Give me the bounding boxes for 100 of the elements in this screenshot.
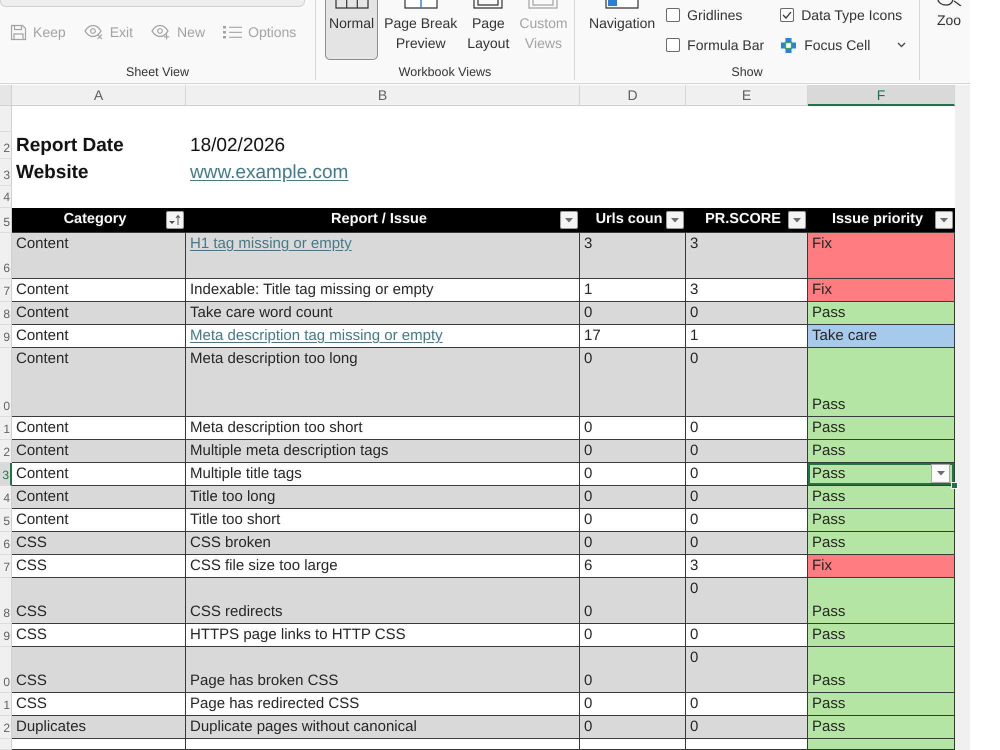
row-header[interactable]: 4 [0,486,12,509]
row-header[interactable]: 7 [0,555,12,578]
urls-count-cell: 0 [580,486,686,509]
row-header[interactable]: 8 [0,302,12,325]
fill-handle[interactable] [951,482,958,489]
column-title: Issue priority [832,210,924,230]
priority-cell: Pass [808,578,955,624]
pr-score-cell: 0 [686,486,808,509]
category-cell: Content [12,440,186,463]
priority-cell: Pass [808,348,955,417]
category-cell: Content [12,417,186,440]
pr-score-cell: 0 [686,463,808,486]
pr-score-cell: 0 [686,440,808,463]
row-header[interactable]: 1 [0,693,12,716]
category-cell: Content [12,233,186,279]
filter-button[interactable] [560,211,578,229]
column-header[interactable]: A [12,85,186,106]
row-header[interactable]: 4 [0,186,12,208]
pr-score-cell: 0 [686,417,808,440]
row-header[interactable]: 8 [0,578,12,624]
row-header[interactable]: 6 [0,532,12,555]
filter-button[interactable] [788,211,806,229]
field-label: Website [16,162,89,184]
row-header[interactable]: 3 [0,159,12,186]
sort-filter-icon [169,214,181,226]
focus-cell-button[interactable]: Focus Cell [780,34,870,56]
urls-count-cell: 0 [580,302,686,325]
column-header[interactable]: E [686,85,808,106]
navigation-button[interactable]: Navigation [585,0,660,60]
row-header[interactable]: 9 [0,325,12,348]
column-title: Urls coun [596,210,662,230]
issue-cell: Title too long [186,486,580,509]
column-header[interactable]: B [186,85,580,106]
checkbox-label[interactable]: Formula Bar [687,34,764,56]
group-label: Sheet View [126,65,189,79]
urls-count-cell: 0 [580,463,686,486]
urls-count-cell: 17 [580,325,686,348]
row-header[interactable]: 3 [0,463,12,486]
caret-icon [936,471,944,476]
filter-button[interactable] [166,211,184,229]
cell-dropdown-button[interactable] [931,464,950,483]
category-cell: Content [12,348,186,417]
field-label: Report Date [16,134,124,156]
row-header[interactable]: 7 [0,279,12,302]
checkbox-label[interactable]: Gridlines [687,4,742,26]
priority-cell: Pass [808,532,955,555]
category-cell: Content [12,486,186,509]
website-link[interactable]: www.example.com [190,162,348,184]
urls-count-cell: 0 [580,348,686,417]
checkbox[interactable] [666,38,680,52]
checkbox[interactable] [666,8,680,22]
issue-link[interactable]: Meta description tag missing or empty [190,327,443,345]
column-header[interactable]: D [580,85,686,106]
caret-icon [565,218,573,222]
issue-cell: Multiple title tags [186,463,580,486]
filter-button[interactable] [666,211,684,229]
issue-link[interactable]: H1 tag missing or empty [190,235,352,253]
row-header[interactable]: 2 [0,716,12,739]
row-header[interactable]: 0 [0,348,12,417]
chevron-down-icon[interactable] [897,42,906,48]
category-cell: CSS [12,647,186,693]
urls-count-cell: 0 [580,532,686,555]
caret-icon [940,218,948,222]
row-header[interactable]: 6 [0,233,12,279]
category-cell: CSS [12,532,186,555]
pr-score-cell: 3 [686,279,808,302]
normal-view-button[interactable]: Normal [325,0,378,60]
sheet-view-field[interactable] [0,0,305,7]
issue-cell: CSS redirects [186,578,580,624]
pr-score-cell: 0 [686,624,808,647]
priority-cell: Pass [808,693,955,716]
priority-cell: Pass [808,486,955,509]
filter-button[interactable] [935,211,953,229]
checkbox-label[interactable]: Data Type Icons [801,4,902,26]
pr-score-cell: 0 [686,348,808,417]
magnifier-icon [936,0,962,6]
row-header[interactable]: 2 [0,132,12,159]
row-header[interactable]: 5 [0,509,12,532]
priority-cell: Fix [808,233,955,279]
row-header[interactable]: 9 [0,624,12,647]
issue-cell: Meta description too long [186,348,580,417]
row-header[interactable]: 2 [0,440,12,463]
zoom-button[interactable]: Zoo [932,0,966,60]
row-header[interactable]: 1 [0,417,12,440]
row-header[interactable]: 0 [0,647,12,693]
pr-score-cell: 0 [686,693,808,716]
column-header[interactable]: F [808,85,955,106]
page-layout-button[interactable]: Page Layout [463,0,514,60]
eye-plus-icon [151,24,172,40]
page-icon [473,0,504,9]
row-header[interactable]: 5 [0,208,12,233]
category-cell: CSS [12,578,186,624]
urls-count-cell: 0 [580,440,686,463]
page-break-preview-button[interactable]: Page Break Preview [380,0,462,60]
caret-icon [793,218,801,222]
field-value: 18/02/2026 [190,134,286,156]
checkbox[interactable] [780,8,794,22]
priority-cell: Pass [808,417,955,440]
category-cell: Content [12,279,186,302]
urls-count-cell: 0 [580,716,686,739]
